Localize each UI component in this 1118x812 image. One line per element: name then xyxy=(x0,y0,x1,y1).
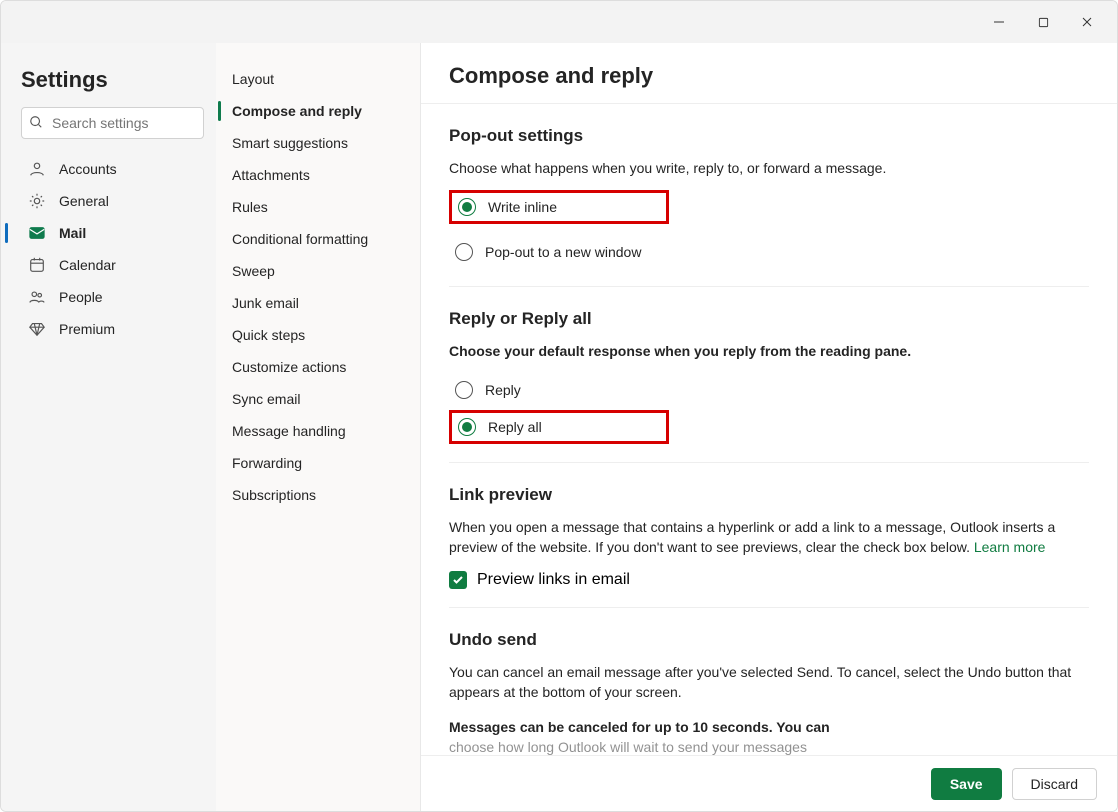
nav-label: Premium xyxy=(59,321,115,337)
nav-label: Calendar xyxy=(59,257,116,273)
page-title: Compose and reply xyxy=(421,43,1117,103)
radio-reply-label: Reply xyxy=(485,382,521,398)
radio-popout-window-label: Pop-out to a new window xyxy=(485,244,641,260)
nav-premium[interactable]: Premium xyxy=(21,313,204,345)
subnav-attachments[interactable]: Attachments xyxy=(216,159,412,191)
popout-desc: Choose what happens when you write, repl… xyxy=(449,158,1089,178)
save-button[interactable]: Save xyxy=(931,768,1002,800)
nav-label: Accounts xyxy=(59,161,117,177)
nav-label: General xyxy=(59,193,109,209)
undosend-heading: Undo send xyxy=(449,630,1089,650)
nav-calendar[interactable]: Calendar xyxy=(21,249,204,281)
subnav-quick-steps[interactable]: Quick steps xyxy=(216,319,412,351)
mail-icon xyxy=(27,223,47,243)
people-icon xyxy=(27,287,47,307)
subnav-compose-and-reply[interactable]: Compose and reply xyxy=(216,95,412,127)
popout-heading: Pop-out settings xyxy=(449,126,1089,146)
checkbox-preview-links-row[interactable]: Preview links in email xyxy=(449,571,1089,589)
search-input[interactable] xyxy=(21,107,204,139)
replyall-heading: Reply or Reply all xyxy=(449,309,1089,329)
section-link-preview: Link preview When you open a message tha… xyxy=(449,463,1089,609)
undosend-msgline2: choose how long Outlook will wait to sen… xyxy=(449,737,1089,755)
section-popout: Pop-out settings Choose what happens whe… xyxy=(449,104,1089,287)
main-panel: Compose and reply Pop-out settings Choos… xyxy=(421,43,1117,811)
minimize-button[interactable] xyxy=(977,7,1021,37)
nav-people[interactable]: People xyxy=(21,281,204,313)
settings-title: Settings xyxy=(21,67,204,93)
checkbox-preview-links[interactable] xyxy=(449,571,467,589)
checkbox-preview-links-label: Preview links in email xyxy=(477,571,630,589)
maximize-button[interactable] xyxy=(1021,7,1065,37)
section-reply-all: Reply or Reply all Choose your default r… xyxy=(449,287,1089,462)
search-icon xyxy=(29,115,43,132)
linkpreview-desc: When you open a message that contains a … xyxy=(449,517,1089,558)
radio-popout-window-row[interactable]: Pop-out to a new window xyxy=(449,236,1089,268)
undosend-msgline: Messages can be canceled for up to 10 se… xyxy=(449,717,1089,737)
subnav-rules[interactable]: Rules xyxy=(216,191,412,223)
settings-window: Settings Accounts General Mail xyxy=(0,0,1118,812)
close-button[interactable] xyxy=(1065,7,1109,37)
discard-button[interactable]: Discard xyxy=(1012,768,1097,800)
nav-mail[interactable]: Mail xyxy=(21,217,204,249)
subnav-smart-suggestions[interactable]: Smart suggestions xyxy=(216,127,412,159)
body: Settings Accounts General Mail xyxy=(1,43,1117,811)
subnav-sweep[interactable]: Sweep xyxy=(216,255,412,287)
subnav-conditional-formatting[interactable]: Conditional formatting xyxy=(216,223,412,255)
radio-popout-window[interactable] xyxy=(455,243,473,261)
subnav-sync-email[interactable]: Sync email xyxy=(216,383,412,415)
radio-write-inline-label: Write inline xyxy=(488,199,557,215)
subnav-subscriptions[interactable]: Subscriptions xyxy=(216,479,412,511)
nav-accounts[interactable]: Accounts xyxy=(21,153,204,185)
primary-sidebar: Settings Accounts General Mail xyxy=(1,43,216,811)
subnav-message-handling[interactable]: Message handling xyxy=(216,415,412,447)
search-wrap xyxy=(21,107,204,139)
radio-reply-all-label: Reply all xyxy=(488,419,542,435)
titlebar xyxy=(1,1,1117,43)
main-scroll[interactable]: Pop-out settings Choose what happens whe… xyxy=(421,103,1117,755)
radio-reply[interactable] xyxy=(455,381,473,399)
subnav-layout[interactable]: Layout xyxy=(216,63,412,95)
replyall-desc: Choose your default response when you re… xyxy=(449,341,1089,361)
subnav-junk-email[interactable]: Junk email xyxy=(216,287,412,319)
learn-more-link[interactable]: Learn more xyxy=(974,539,1046,555)
diamond-icon xyxy=(27,319,47,339)
person-icon xyxy=(27,159,47,179)
linkpreview-heading: Link preview xyxy=(449,485,1089,505)
undosend-desc: You can cancel an email message after yo… xyxy=(449,662,1089,703)
footer: Save Discard xyxy=(421,755,1117,811)
secondary-sidebar: Layout Compose and reply Smart suggestio… xyxy=(216,43,421,811)
radio-reply-all-highlight: Reply all xyxy=(449,410,669,444)
gear-icon xyxy=(27,191,47,211)
nav-label: People xyxy=(59,289,103,305)
calendar-icon xyxy=(27,255,47,275)
radio-write-inline-highlight: Write inline xyxy=(449,190,669,224)
subnav-forwarding[interactable]: Forwarding xyxy=(216,447,412,479)
section-undo-send: Undo send You can cancel an email messag… xyxy=(449,608,1089,755)
radio-write-inline[interactable] xyxy=(458,198,476,216)
subnav-customize-actions[interactable]: Customize actions xyxy=(216,351,412,383)
radio-reply-row[interactable]: Reply xyxy=(449,374,1089,406)
nav-general[interactable]: General xyxy=(21,185,204,217)
radio-reply-all[interactable] xyxy=(458,418,476,436)
nav-label: Mail xyxy=(59,225,86,241)
